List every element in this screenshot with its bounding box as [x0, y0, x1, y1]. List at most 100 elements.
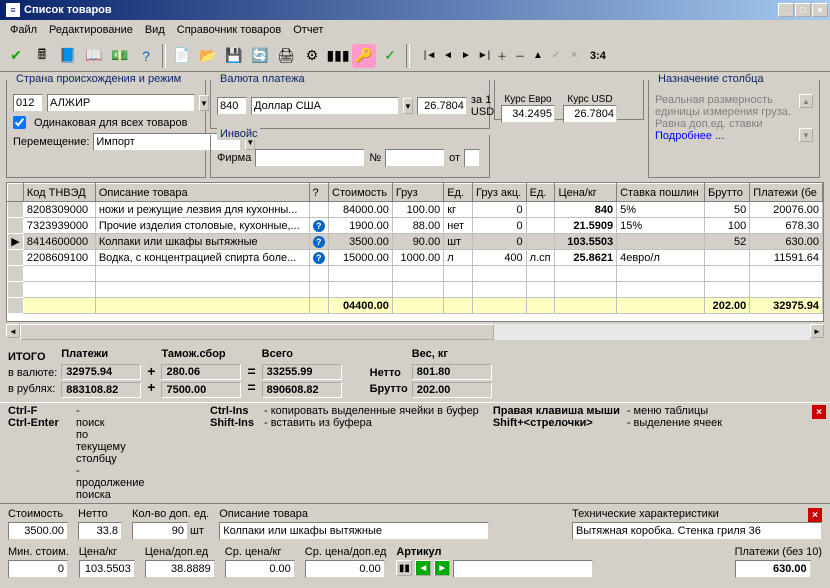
col-10[interactable]: Брутто [705, 184, 750, 202]
col-8[interactable]: Цена/кг [555, 184, 617, 202]
tool-key-icon[interactable]: 🔑 [352, 44, 376, 68]
goods-grid[interactable]: Код ТНВЭДОписание товара?СтоимостьГрузЕд… [6, 182, 824, 322]
table-row[interactable]: ▶ 8414600000Колпаки или шкафы вытяжные ?… [8, 234, 823, 250]
toolbar: ✔ 🖩 📘 📖 💵 ? 📄 📂 💾 🔄 🖨 ⚙ ▮▮▮ 🔑 ✓ |◄ ◄ ► ►… [0, 40, 830, 72]
usd-rate-input[interactable] [563, 105, 617, 123]
tool-help-icon[interactable]: ? [134, 44, 158, 68]
col-2[interactable]: ? [309, 184, 329, 202]
eq-1: == [245, 351, 257, 395]
close-button[interactable]: × [812, 3, 828, 17]
nav-last-icon[interactable]: ►| [476, 48, 492, 64]
purpose-scroll-up-icon[interactable]: ▲ [799, 94, 813, 108]
nav-cancel-icon[interactable]: ✕ [566, 48, 582, 64]
hk-rmb: Правая клавиша мыши [493, 405, 620, 417]
tool-barcode-icon[interactable]: ▮▮▮ [326, 44, 350, 68]
tool-notebook-icon[interactable]: 📘 [56, 44, 80, 68]
col-11[interactable]: Платежи (бе [750, 184, 823, 202]
d-cost-input[interactable] [8, 522, 68, 540]
col-4[interactable]: Груз [392, 184, 443, 202]
d-avk-input[interactable] [225, 560, 295, 578]
country-dropdown-icon[interactable]: ▼ [199, 95, 209, 111]
d-ppk-input[interactable] [79, 560, 135, 578]
col-6[interactable]: Груз акц. [472, 184, 526, 202]
help-close-icon[interactable]: × [812, 405, 826, 419]
currency-rate-input[interactable] [417, 97, 467, 115]
d-qty-lbl: Кол-во доп. ед. [132, 508, 209, 520]
maximize-button[interactable]: □ [795, 3, 811, 17]
col-0[interactable]: Код ТНВЭД [23, 184, 95, 202]
d-tech-input[interactable] [572, 522, 822, 540]
col-7[interactable]: Ед. [526, 184, 555, 202]
table-row[interactable]: 7323939000Прочие изделия столовые, кухон… [8, 218, 823, 234]
col-3[interactable]: Стоимость [329, 184, 393, 202]
minimize-button[interactable]: _ [778, 3, 794, 17]
nav-del-icon[interactable]: － [512, 48, 528, 64]
menu-catalog[interactable]: Справочник товаров [171, 22, 288, 38]
purpose-scroll-down-icon[interactable]: ▼ [799, 128, 813, 142]
d-qty-input[interactable] [132, 522, 188, 540]
table-row[interactable]: 8208309000ножи и режущие лезвия для кухо… [8, 202, 823, 218]
invoice-legend: Инвойс [217, 128, 260, 140]
nav-prev-icon[interactable]: ◄ [440, 48, 456, 64]
d-desc-input[interactable] [219, 522, 489, 540]
country-code-input[interactable] [13, 94, 43, 112]
currency-total-label: в валюте: [8, 367, 57, 379]
total-currency: 33255.99 [262, 364, 342, 380]
payments-hdr: Платежи [61, 348, 141, 360]
d-net-lbl: Нетто [78, 508, 122, 520]
tool-new-icon[interactable]: 📄 [170, 44, 194, 68]
tool-gear-icon[interactable]: ⚙ [300, 44, 324, 68]
nav-post-icon[interactable]: ✓ [548, 48, 564, 64]
d-ppu-lbl: Цена/доп.ед [145, 546, 215, 558]
purpose-more-link[interactable]: Подробнее ... [655, 130, 799, 142]
currency-dropdown-icon[interactable]: ▼ [403, 98, 413, 114]
scroll-thumb[interactable] [20, 324, 494, 340]
tool-book-icon[interactable]: 📖 [82, 44, 106, 68]
tool-refresh-icon[interactable]: 🔄 [248, 44, 272, 68]
scroll-right-icon[interactable]: ► [810, 324, 824, 338]
col-1[interactable]: Описание товара [95, 184, 309, 202]
tool-print-icon[interactable]: 🖨 [274, 44, 298, 68]
d-min-input[interactable] [8, 560, 68, 578]
d-net-input[interactable] [78, 522, 122, 540]
invoice-num-input[interactable] [385, 149, 445, 167]
tool-accept-icon[interactable]: ✓ [378, 44, 402, 68]
menu-edit[interactable]: Редактирование [43, 22, 139, 38]
same-for-all-checkbox[interactable] [13, 116, 26, 129]
menu-report[interactable]: Отчет [287, 22, 329, 38]
col-9[interactable]: Ставка пошлин [617, 184, 705, 202]
currency-code-input[interactable] [217, 97, 247, 115]
detail-close-icon[interactable]: × [808, 508, 822, 522]
d-pay-input[interactable] [735, 560, 811, 578]
tool-calc-icon[interactable]: 🖩 [30, 44, 54, 68]
grid-hscrollbar[interactable]: ◄ ► [6, 324, 824, 340]
tool-open-icon[interactable]: 📂 [196, 44, 220, 68]
nav-edit-icon[interactable]: ▲ [530, 48, 546, 64]
art-next-icon[interactable]: ► [434, 560, 450, 576]
euro-rate-input[interactable] [501, 105, 555, 123]
d-art-input[interactable] [453, 560, 593, 578]
nav-next-icon[interactable]: ► [458, 48, 474, 64]
col-5[interactable]: Ед. [444, 184, 473, 202]
invoice-firm-input[interactable] [255, 149, 365, 167]
invoice-date-input[interactable] [464, 149, 480, 167]
tool-check-icon[interactable]: ✔ [4, 44, 28, 68]
d-avu-input[interactable] [305, 560, 385, 578]
tool-money-icon[interactable]: 💵 [108, 44, 132, 68]
menu-view[interactable]: Вид [139, 22, 171, 38]
nav-first-icon[interactable]: |◄ [422, 48, 438, 64]
art-prev-icon[interactable]: ◄ [415, 560, 431, 576]
tool-save-icon[interactable]: 💾 [222, 44, 246, 68]
barcode-icon[interactable]: ▮▮ [396, 560, 412, 576]
table-row[interactable]: 2208609100Водка, с концентрацией спирта … [8, 250, 823, 266]
scroll-left-icon[interactable]: ◄ [6, 324, 20, 338]
d-ppu-input[interactable] [145, 560, 215, 578]
currency-name-input[interactable] [251, 97, 399, 115]
netto-val: 801.80 [412, 364, 492, 380]
itogo-label: ИТОГО [8, 351, 57, 363]
country-name-input[interactable] [47, 94, 195, 112]
currency-legend: Валюта платежа [217, 73, 308, 85]
nav-add-icon[interactable]: ＋ [494, 48, 510, 64]
menu-file[interactable]: Файл [4, 22, 43, 38]
d-desc-lbl: Описание товара [219, 508, 562, 520]
